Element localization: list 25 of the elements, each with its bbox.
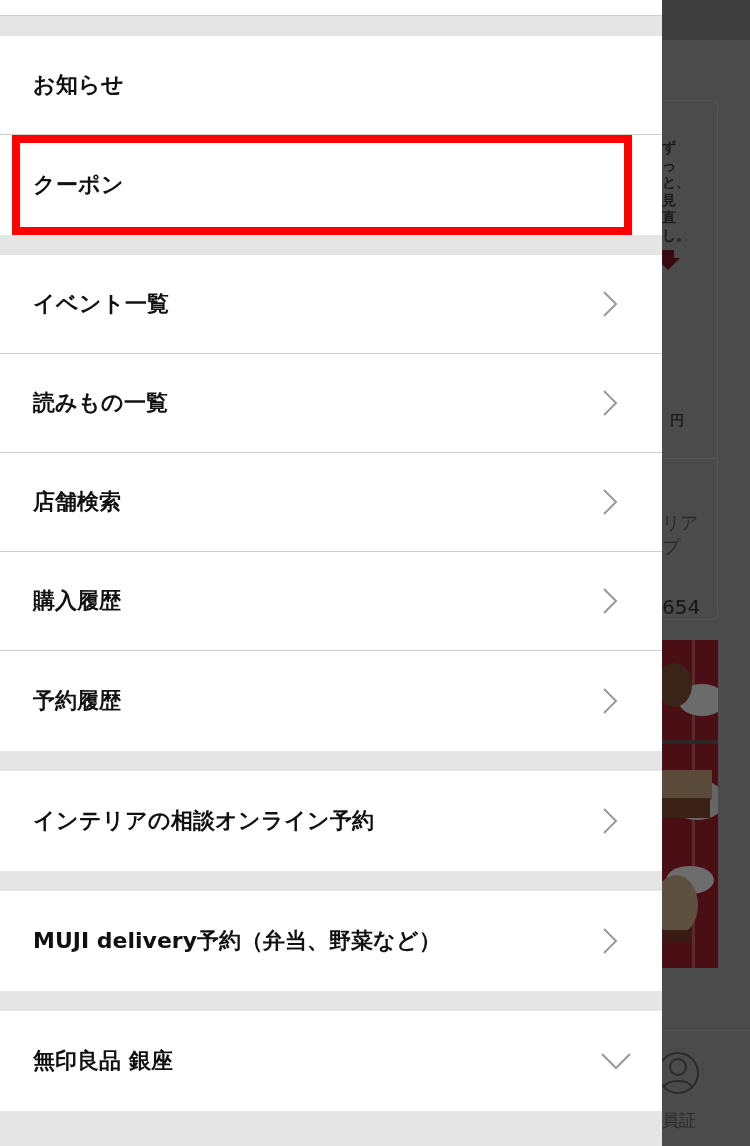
chevron-right-icon <box>602 927 618 955</box>
menu-item-label: 予約履歴 <box>33 687 121 715</box>
menu-item-label: インテリアの相談オンライン予約 <box>33 807 374 835</box>
menu-item-label: クーポン <box>33 171 124 199</box>
arrow-badge-icon <box>662 250 682 270</box>
chevron-right-icon <box>602 687 618 715</box>
chevron-right-icon <box>602 488 618 516</box>
chevron-right-icon <box>602 807 618 835</box>
chevron-down-icon <box>600 1052 632 1070</box>
menu-item-label: 無印良品 銀座 <box>33 1047 173 1075</box>
menu-item-label: 購入履歴 <box>33 587 121 615</box>
menu-item-label: イベント一覧 <box>33 290 169 318</box>
person-icon[interactable] <box>662 1051 702 1097</box>
menu-item[interactable]: MUJI delivery予約（弁当、野菜など） <box>0 891 662 991</box>
menu-item-label: 店舗検索 <box>33 488 121 516</box>
chevron-right-icon <box>602 389 618 417</box>
menu-item[interactable]: 無印良品 銀座 <box>0 1011 662 1111</box>
menu-item[interactable]: クーポン <box>12 135 632 235</box>
menu-item[interactable]: インテリアの相談オンライン予約 <box>0 771 662 871</box>
menu-item-label: MUJI delivery予約（弁当、野菜など） <box>33 927 441 955</box>
chevron-right-icon <box>602 290 618 318</box>
menu-item-label: 読みもの一覧 <box>33 389 168 417</box>
chevron-right-icon <box>602 587 618 615</box>
menu-item[interactable]: 予約履歴 <box>0 651 662 751</box>
menu-item-label: お知らせ <box>33 71 124 99</box>
